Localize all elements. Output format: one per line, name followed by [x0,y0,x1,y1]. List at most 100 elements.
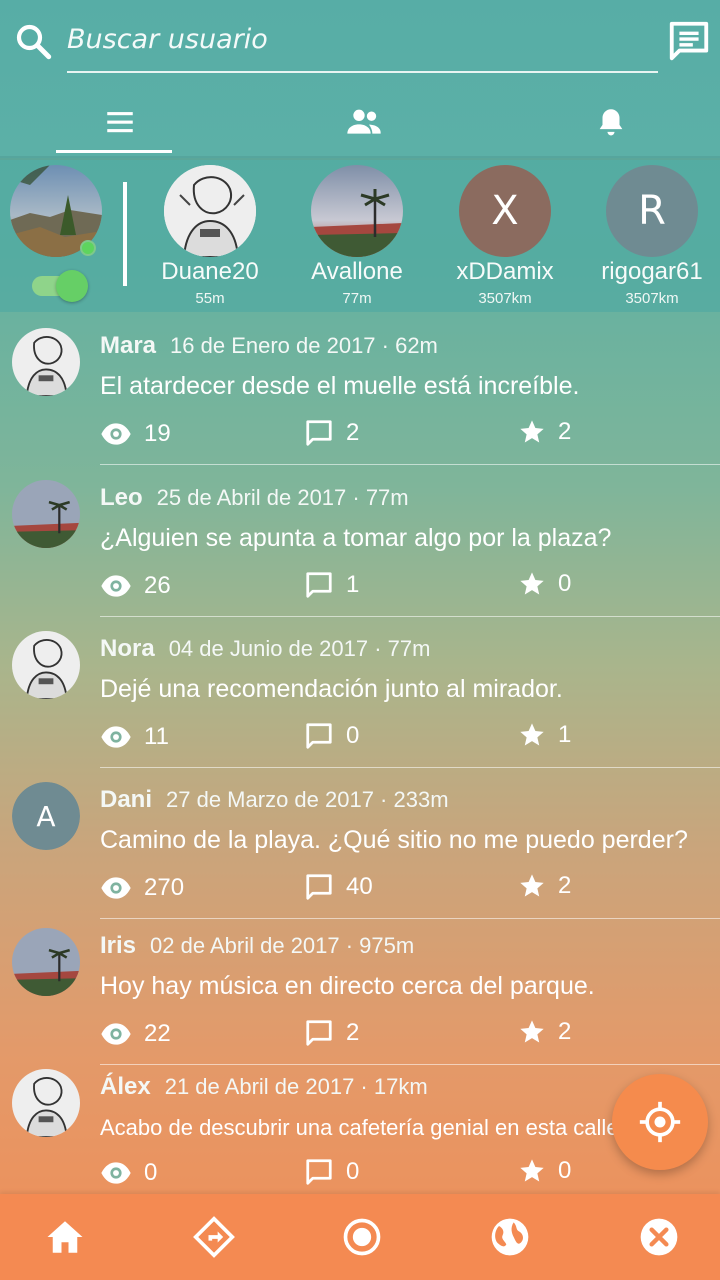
post-avatar[interactable] [12,928,80,996]
stars-value: 0 [558,1157,572,1184]
tab-feed[interactable] [0,92,240,152]
tab-indicator [56,150,172,153]
post-header: Dani 27 de Marzo de 2017 · 233m [100,786,449,814]
palm-avatar-image [311,165,403,257]
views-value: 11 [144,723,169,750]
star-button[interactable]: 2 [518,872,571,900]
star-button[interactable]: 1 [518,721,571,749]
search-underline [67,71,658,73]
post-avatar[interactable] [12,480,80,548]
views-count: 11 [100,721,169,753]
post-avatar[interactable] [12,328,80,396]
post-meta: 04 de Junio de 2017 · 77m [168,636,431,661]
post-item[interactable]: A Dani 27 de Marzo de 2017 · 233m Camino de… [0,776,720,926]
comment-icon [306,723,332,749]
star-icon [520,723,544,746]
stories-separator [123,182,127,286]
post-divider [100,767,720,768]
directions-icon [193,1216,235,1258]
post-avatar[interactable] [12,1069,80,1137]
views-count: 19 [100,418,171,450]
star-icon [520,1159,544,1182]
search-icon[interactable] [12,20,54,62]
comments-button[interactable]: 0 [304,1157,359,1187]
post-item[interactable]: Leo 25 de Abril de 2017 · 77m ¿Alguien se … [0,474,720,624]
post-meta: 02 de Abril de 2017 · 975m [150,933,415,958]
comments-value: 2 [346,419,360,446]
story-avatar[interactable]: X [459,165,551,257]
globe-icon [491,1218,529,1256]
story-name: xDDamix [456,258,554,285]
search-input[interactable]: Buscar usuario [67,24,268,55]
comment-icon [306,874,332,900]
close-circle-icon [640,1218,678,1256]
post-divider [100,616,720,617]
post-username[interactable]: Dani [100,786,152,813]
post-item[interactable]: Mara 16 de Enero de 2017 · 62m El atardece… [0,322,720,472]
star-button[interactable]: 0 [518,570,571,598]
toggle-knob[interactable] [56,270,88,302]
comments-button[interactable]: 0 [304,721,359,751]
messages-icon[interactable] [666,18,712,64]
comments-button[interactable]: 40 [304,872,373,902]
post-avatar[interactable] [12,631,80,699]
star-button[interactable]: 2 [518,1018,571,1046]
views-value: 0 [144,1159,158,1186]
post-username[interactable]: Nora [100,635,155,662]
sketch-avatar-image [12,328,80,396]
star-button[interactable]: 2 [518,418,571,446]
story-distance: 3507km [625,290,679,307]
menu-icon [107,112,133,133]
views-value: 22 [144,1020,171,1047]
sketch-avatar-image [164,165,256,257]
tab-notifications[interactable] [491,92,720,152]
star-icon [520,1020,544,1043]
post-text: Acabo de descubrir una cafetería genial … [100,1115,625,1140]
sketch-avatar-image [12,631,80,699]
post-header: Iris 02 de Abril de 2017 · 975m [100,932,414,960]
story-avatar[interactable] [164,165,256,257]
comments-button[interactable]: 2 [304,1018,359,1048]
tab-people[interactable] [244,92,484,152]
post-text: ¿Alguien se apunta a tomar algo por la p… [100,524,612,552]
post-item[interactable]: Álex 21 de Abril de 2017 · 17km Acabo de d… [0,1063,720,1213]
star-icon [520,420,544,443]
post-username[interactable]: Álex [100,1073,151,1100]
post-item[interactable]: Nora 04 de Junio de 2017 · 77m Dejé una re… [0,625,720,775]
post-username[interactable]: Leo [100,484,143,511]
nav-record[interactable] [332,1210,392,1264]
comment-icon [306,1020,332,1046]
post-username[interactable]: Mara [100,332,156,359]
views-count: 0 [100,1157,157,1189]
comments-button[interactable]: 1 [304,570,359,600]
post-username[interactable]: Iris [100,932,136,959]
eye-icon [101,726,131,748]
nav-home[interactable] [35,1210,95,1264]
comments-button[interactable]: 2 [304,418,359,448]
post-meta: 21 de Abril de 2017 · 17km [164,1074,428,1099]
post-item[interactable]: Iris 02 de Abril de 2017 · 975m Hoy hay mú… [0,922,720,1072]
nav-explore[interactable] [480,1210,540,1264]
story-avatar[interactable]: R [606,165,698,257]
stars-value: 0 [558,570,572,597]
post-divider [100,918,720,919]
nav-directions[interactable] [184,1210,244,1264]
eye-icon [101,575,131,597]
stars-value: 2 [558,872,572,899]
online-status-dot [80,240,96,256]
post-text: El atardecer desde el muelle está increí… [100,372,580,400]
nav-close[interactable] [629,1210,689,1264]
post-text: Dejé una recomendación junto al mirador. [100,675,563,703]
stars-value: 2 [558,418,572,445]
post-avatar[interactable]: A [12,782,80,850]
views-count: 22 [100,1018,171,1050]
story-avatar[interactable] [311,165,403,257]
comments-value: 1 [346,571,360,598]
avatar-letter: A [36,799,56,833]
post-divider [100,464,720,465]
locate-me-button[interactable] [612,1074,708,1170]
star-icon [520,572,544,595]
crosshair-icon [639,1101,681,1143]
star-button[interactable]: 0 [518,1157,571,1185]
comments-value: 2 [346,1019,360,1046]
